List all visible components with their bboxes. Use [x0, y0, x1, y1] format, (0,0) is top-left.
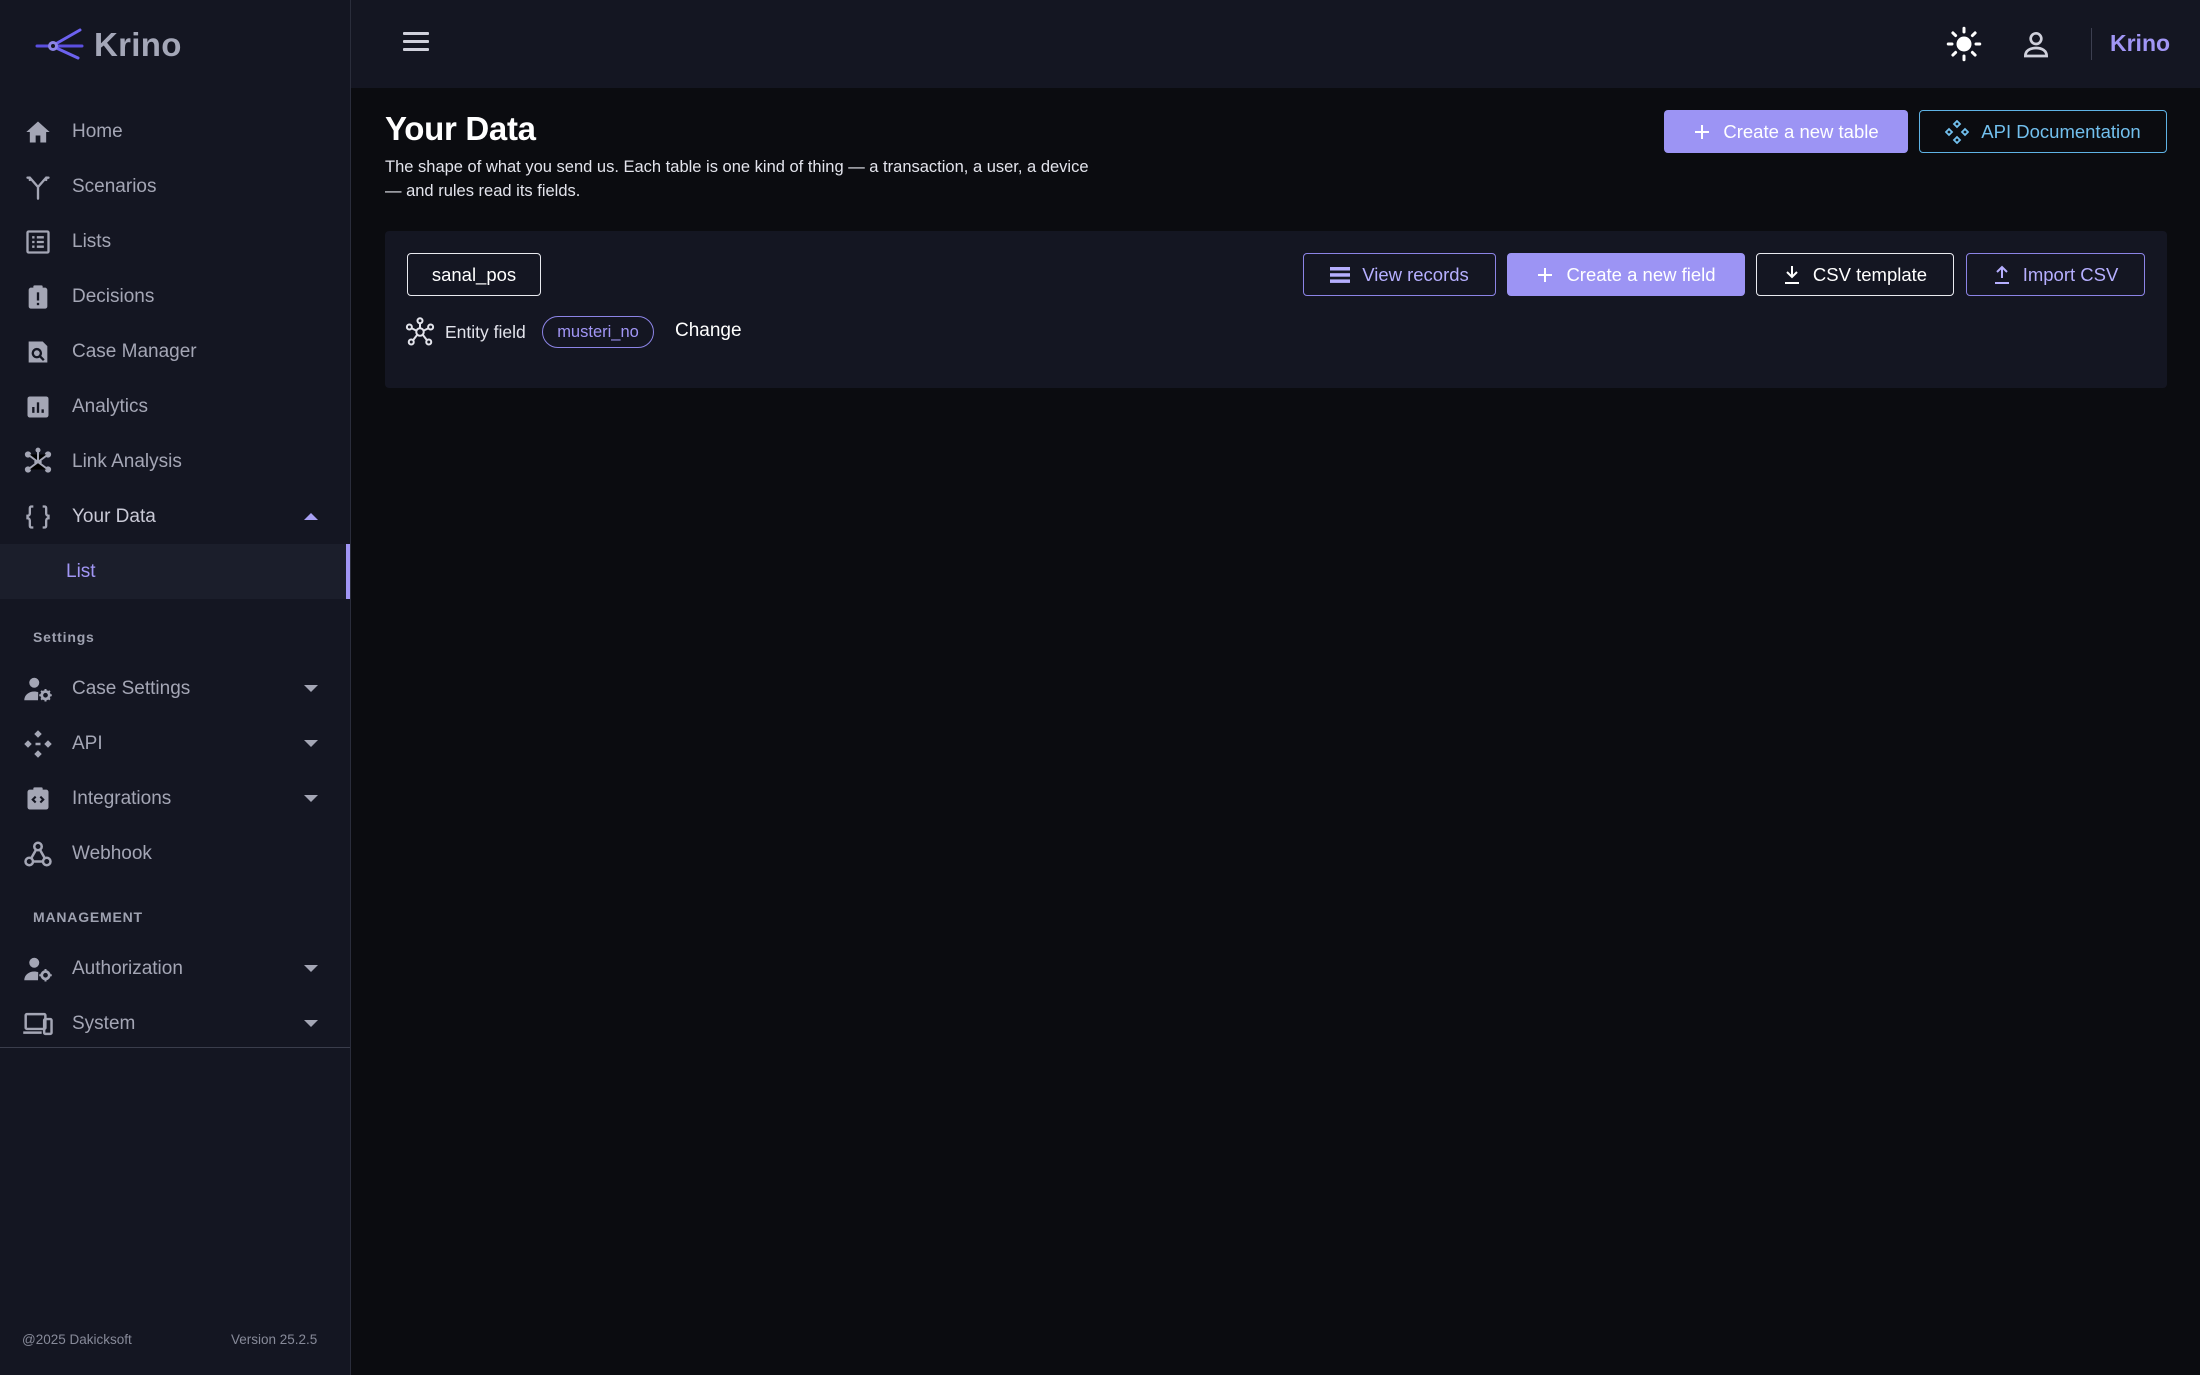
case-manager-icon: [22, 336, 54, 368]
sidebar-item-label: Analytics: [72, 395, 149, 417]
table-name-chip[interactable]: sanal_pos: [407, 253, 541, 296]
api-documentation-button[interactable]: API Documentation: [1919, 110, 2167, 153]
sidebar-item-label: Scenarios: [72, 175, 157, 197]
authorization-icon: [22, 953, 54, 985]
sidebar-item-label: Decisions: [72, 285, 155, 307]
data-braces-icon: [22, 501, 54, 533]
sidebar-subitem-list[interactable]: List: [0, 544, 350, 599]
page-title: Your Data: [385, 110, 536, 147]
sidebar-item-label: Home: [72, 120, 123, 142]
topbar-separator: [2091, 28, 2092, 60]
footer-copyright: @2025 Dakicksoft: [22, 1332, 132, 1347]
decisions-icon: [22, 281, 54, 313]
home-icon: [22, 116, 54, 148]
sun-icon[interactable]: [1946, 26, 1982, 62]
create-table-button[interactable]: Create a new table: [1664, 110, 1908, 153]
download-icon: [1784, 265, 1799, 284]
button-label: Import CSV: [2022, 263, 2119, 285]
sidebar-item-scenarios[interactable]: Scenarios: [0, 159, 350, 214]
sidebar-item-label: Case Settings: [72, 677, 191, 699]
sidebar-item-decisions[interactable]: Decisions: [0, 269, 350, 324]
sidebar-item-label: System: [72, 1012, 136, 1034]
create-field-button[interactable]: Create a new field: [1507, 253, 1745, 296]
sidebar-item-system[interactable]: System: [0, 996, 350, 1051]
hamburger-icon[interactable]: [403, 32, 431, 54]
plus-icon: [1538, 267, 1553, 282]
section-label-text: Settings: [33, 629, 95, 645]
footer-version: Version 25.2.5: [231, 1332, 318, 1347]
chevron-down-icon: [304, 1020, 318, 1027]
logo[interactable]: Krino: [34, 22, 182, 68]
chevron-up-icon: [304, 513, 318, 520]
section-label-text: MANAGEMENT: [33, 909, 143, 925]
api-icon: [22, 728, 54, 760]
integrations-icon: [22, 783, 54, 815]
sidebar-nav: Home Scenarios Lists Decisions Case Mana…: [0, 104, 350, 1051]
webhook-icon: [22, 838, 54, 870]
sidebar-item-label: API: [72, 732, 103, 754]
button-label: View records: [1362, 263, 1469, 285]
entity-graph-icon: [405, 317, 435, 347]
sidebar-item-label: Your Data: [72, 505, 156, 527]
sidebar-item-label: Webhook: [72, 842, 152, 864]
krino-logo-icon: [35, 28, 84, 60]
sidebar-subitem-label: List: [66, 560, 96, 582]
button-label: Create a new table: [1723, 120, 1879, 142]
sidebar-item-label: Lists: [72, 230, 112, 252]
chevron-down-icon: [304, 685, 318, 692]
user-icon[interactable]: [2020, 28, 2052, 60]
list-icon: [1330, 266, 1351, 283]
sidebar-divider: [0, 1047, 350, 1048]
change-entity-button[interactable]: Change: [675, 320, 742, 342]
entity-field-value: musteri_no: [542, 316, 654, 348]
chevron-down-icon: [304, 965, 318, 972]
analytics-icon: [22, 391, 54, 423]
sidebar-item-webhook[interactable]: Webhook: [0, 826, 350, 881]
button-label: API Documentation: [1981, 120, 2141, 142]
sidebar-item-label: Link Analysis: [72, 450, 182, 472]
button-label: Create a new field: [1566, 263, 1716, 285]
button-label: CSV template: [1812, 263, 1928, 285]
sidebar-item-label: Authorization: [72, 957, 183, 979]
org-name[interactable]: Krino: [2110, 30, 2170, 57]
sidebar-item-your-data[interactable]: Your Data: [0, 489, 350, 544]
case-settings-icon: [22, 673, 54, 705]
import-csv-button[interactable]: Import CSV: [1966, 253, 2145, 296]
active-indicator: [346, 544, 350, 599]
link-analysis-icon: [22, 446, 54, 478]
top-bar: [351, 0, 2200, 88]
section-label-management: MANAGEMENT: [0, 881, 350, 941]
csv-template-button[interactable]: CSV template: [1756, 253, 1954, 296]
sidebar-item-link-analysis[interactable]: Link Analysis: [0, 434, 350, 489]
plus-icon: [1695, 124, 1710, 139]
scenarios-icon: [22, 171, 54, 203]
entity-field-label: Entity field: [445, 322, 526, 342]
section-label-settings: Settings: [0, 599, 350, 661]
upload-icon: [1994, 265, 2009, 284]
sidebar-item-lists[interactable]: Lists: [0, 214, 350, 269]
page-description: The shape of what you send us. Each tabl…: [385, 158, 1089, 200]
app-name: Krino: [94, 26, 182, 63]
chevron-down-icon: [304, 740, 318, 747]
sidebar-item-case-manager[interactable]: Case Manager: [0, 324, 350, 379]
sidebar-item-label: Case Manager: [72, 340, 197, 362]
sidebar-item-label: Integrations: [72, 787, 172, 809]
view-records-button[interactable]: View records: [1303, 253, 1496, 296]
list-icon: [22, 226, 54, 258]
sidebar-item-analytics[interactable]: Analytics: [0, 379, 350, 434]
sidebar: Krino Home Scenarios Lists Decisions Cas…: [0, 0, 351, 1375]
sidebar-item-home[interactable]: Home: [0, 104, 350, 159]
chevron-down-icon: [304, 795, 318, 802]
sidebar-item-authorization[interactable]: Authorization: [0, 941, 350, 996]
system-icon: [22, 1008, 54, 1040]
api-icon: [1945, 119, 1970, 144]
sidebar-item-case-settings[interactable]: Case Settings: [0, 661, 350, 716]
sidebar-item-integrations[interactable]: Integrations: [0, 771, 350, 826]
sidebar-item-api[interactable]: API: [0, 716, 350, 771]
